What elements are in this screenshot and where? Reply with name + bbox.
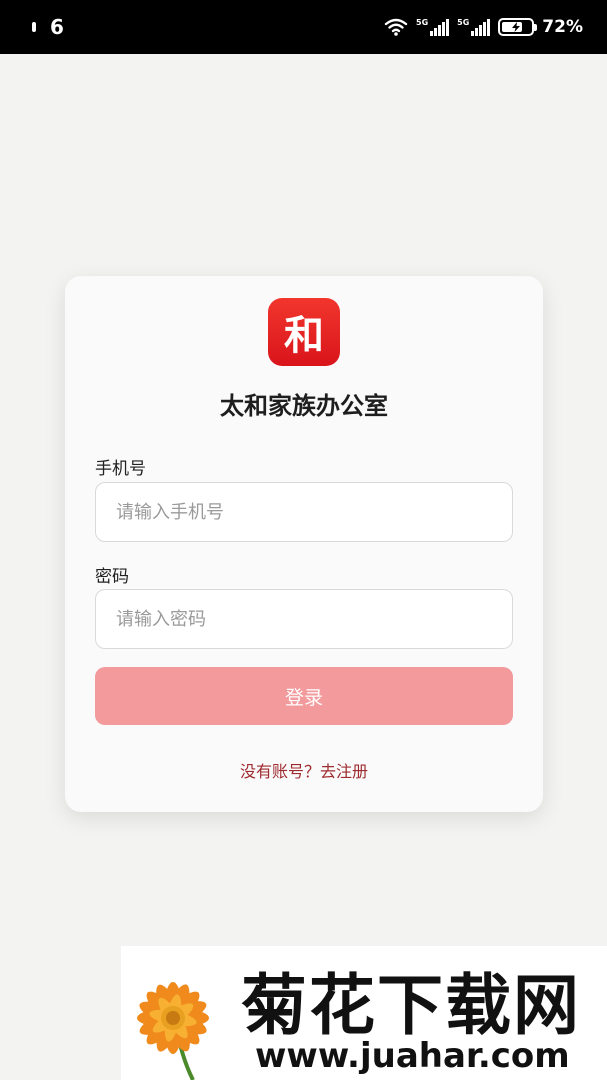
register-link[interactable]: 没有账号？去注册: [65, 758, 543, 782]
sim2-label: 5G: [457, 18, 470, 27]
status-left: 6: [32, 15, 64, 39]
watermark-banner: 菊花下载网 www.juahar.com: [121, 946, 607, 1080]
watermark-url: www.juahar.com: [255, 1036, 570, 1076]
app-logo-char: 和: [284, 312, 324, 359]
status-bar: 6 5G 5G 72%: [0, 0, 607, 54]
password-input[interactable]: [95, 589, 513, 649]
watermark-title: 菊花下载网: [241, 967, 581, 1044]
wifi-icon: [384, 18, 408, 36]
sim1-label: 5G: [416, 18, 429, 27]
phone-input[interactable]: [95, 482, 513, 542]
flower-icon: [137, 982, 209, 1080]
charging-icon: [512, 22, 521, 32]
login-card: 和 太和家族办公室 手机号 密码 登录 没有账号？去注册: [65, 276, 543, 812]
password-label: 密码: [95, 567, 129, 587]
app-title: 太和家族办公室: [220, 392, 388, 420]
status-right: 5G 5G 72%: [384, 17, 583, 37]
signal-icon-sim2: 5G: [457, 18, 491, 36]
battery-percent: 72%: [542, 17, 583, 37]
phone-label: 手机号: [95, 459, 146, 479]
app-logo: 和: [268, 298, 340, 366]
login-button[interactable]: 登录: [95, 667, 513, 725]
battery-icon: [498, 18, 538, 36]
status-time: 6: [50, 15, 64, 39]
signal-icon-sim1: 5G: [416, 18, 450, 36]
notification-dot-icon: [32, 22, 36, 32]
